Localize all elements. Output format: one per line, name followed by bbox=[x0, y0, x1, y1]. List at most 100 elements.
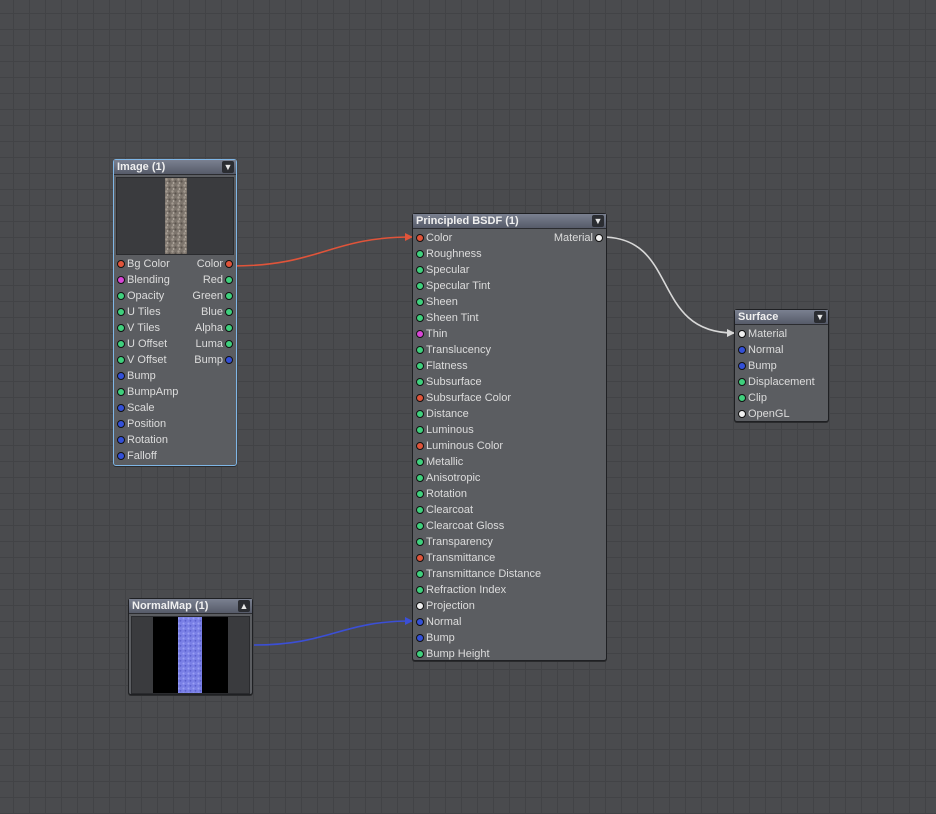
port-row: Falloff bbox=[114, 448, 236, 464]
port-connector-red[interactable] bbox=[416, 234, 424, 242]
port-connector-green[interactable] bbox=[416, 458, 424, 466]
port-connector-green[interactable] bbox=[416, 490, 424, 498]
port-row: Luminous bbox=[413, 422, 606, 438]
port-row: Clearcoat bbox=[413, 502, 606, 518]
port-connector-green[interactable] bbox=[117, 324, 125, 332]
port-connector-green[interactable] bbox=[225, 340, 233, 348]
port-connector-green[interactable] bbox=[416, 426, 424, 434]
chevron-down-icon[interactable]: ▼ bbox=[592, 215, 604, 227]
port-connector-green[interactable] bbox=[416, 650, 424, 658]
normalmap-output-port[interactable] bbox=[250, 641, 256, 647]
port-connector-green[interactable] bbox=[117, 292, 125, 300]
port-row: Distance bbox=[413, 406, 606, 422]
port-row: Bump bbox=[735, 358, 828, 374]
port-label: Bump bbox=[748, 360, 777, 372]
bsdf-node-header[interactable]: Principled BSDF (1) ▼ bbox=[413, 214, 606, 229]
port-connector-magenta[interactable] bbox=[416, 330, 424, 338]
port-label: Bump bbox=[426, 632, 455, 644]
port-connector-green[interactable] bbox=[117, 340, 125, 348]
port-label: Flatness bbox=[426, 360, 468, 372]
port-row: V Offset Bump bbox=[114, 352, 236, 368]
port-connector-blue[interactable] bbox=[738, 362, 746, 370]
chevron-down-icon[interactable]: ▼ bbox=[814, 311, 826, 323]
port-row: Transmittance Distance bbox=[413, 566, 606, 582]
port-connector-green[interactable] bbox=[117, 308, 125, 316]
port-connector-green[interactable] bbox=[416, 586, 424, 594]
port-label: Transparency bbox=[426, 536, 493, 548]
port-label: Material bbox=[748, 328, 788, 340]
port-connector-blue[interactable] bbox=[117, 452, 125, 460]
port-connector-blue[interactable] bbox=[117, 420, 125, 428]
port-label: Clearcoat bbox=[426, 504, 474, 516]
port-connector-white[interactable] bbox=[595, 234, 603, 242]
wire-bsdf-material-to-surface-material[interactable] bbox=[601, 236, 735, 337]
port-connector-blue[interactable] bbox=[117, 372, 125, 380]
port-connector-blue[interactable] bbox=[117, 436, 125, 444]
port-connector-green[interactable] bbox=[416, 410, 424, 418]
normalmap-node-header[interactable]: NormalMap (1) ▲ bbox=[129, 599, 252, 614]
port-label: Subsurface bbox=[426, 376, 482, 388]
port-connector-blue[interactable] bbox=[225, 356, 233, 364]
port-label: Falloff bbox=[127, 450, 157, 462]
port-connector-red[interactable] bbox=[225, 260, 233, 268]
port-connector-green[interactable] bbox=[738, 394, 746, 402]
port-label: Clearcoat Gloss bbox=[426, 520, 505, 532]
port-connector-green[interactable] bbox=[225, 308, 233, 316]
port-label: Refraction Index bbox=[426, 584, 507, 596]
port-connector-blue[interactable] bbox=[117, 404, 125, 412]
port-connector-green[interactable] bbox=[117, 388, 125, 396]
port-connector-green[interactable] bbox=[416, 506, 424, 514]
port-connector-white[interactable] bbox=[738, 410, 746, 418]
port-connector-green[interactable] bbox=[416, 522, 424, 530]
port-connector-red[interactable] bbox=[416, 554, 424, 562]
port-connector-green[interactable] bbox=[416, 362, 424, 370]
port-connector-green[interactable] bbox=[416, 538, 424, 546]
port-connector-green[interactable] bbox=[416, 250, 424, 258]
port-connector-green[interactable] bbox=[225, 324, 233, 332]
port-connector-blue[interactable] bbox=[416, 634, 424, 642]
port-row: Color Material bbox=[413, 230, 606, 246]
principled-bsdf-node[interactable]: Principled BSDF (1) ▼ Color Material Rough… bbox=[412, 213, 607, 661]
port-connector-green[interactable] bbox=[416, 570, 424, 578]
port-label: Specular Tint bbox=[426, 280, 491, 292]
image-node-title: Image (1) bbox=[117, 161, 166, 173]
image-node[interactable]: Image (1) ▼ Bg Color Color Blending Red Opac… bbox=[113, 159, 237, 466]
port-connector-red[interactable] bbox=[416, 442, 424, 450]
port-connector-green[interactable] bbox=[225, 292, 233, 300]
port-connector-green[interactable] bbox=[416, 474, 424, 482]
chevron-up-icon[interactable]: ▲ bbox=[238, 600, 250, 612]
port-connector-white[interactable] bbox=[416, 602, 424, 610]
port-row: Anisotropic bbox=[413, 470, 606, 486]
port-connector-magenta[interactable] bbox=[117, 276, 125, 284]
port-label: U Tiles bbox=[127, 306, 161, 318]
port-connector-green[interactable] bbox=[416, 314, 424, 322]
port-connector-green[interactable] bbox=[416, 346, 424, 354]
port-connector-green[interactable] bbox=[416, 378, 424, 386]
port-connector-green[interactable] bbox=[117, 356, 125, 364]
port-connector-green[interactable] bbox=[416, 282, 424, 290]
port-row: Sheen Tint bbox=[413, 310, 606, 326]
surface-node[interactable]: Surface ▼ Material Normal Bump Displacement… bbox=[734, 309, 829, 422]
port-label: Opacity bbox=[127, 290, 165, 302]
surface-node-header[interactable]: Surface ▼ bbox=[735, 310, 828, 325]
bsdf-node-ports: Color Material Roughness Specular Specular T… bbox=[413, 230, 606, 662]
port-label: Distance bbox=[426, 408, 469, 420]
port-connector-green[interactable] bbox=[416, 298, 424, 306]
image-node-header[interactable]: Image (1) ▼ bbox=[114, 160, 236, 175]
port-connector-red[interactable] bbox=[117, 260, 125, 268]
wire-image-color-to-bsdf-color[interactable] bbox=[231, 233, 413, 267]
port-connector-white[interactable] bbox=[738, 330, 746, 338]
chevron-down-icon[interactable]: ▼ bbox=[222, 161, 234, 173]
wire-normalmap-to-bsdf-normal[interactable] bbox=[253, 617, 413, 646]
port-row: Clip bbox=[735, 390, 828, 406]
port-row: Blending Red bbox=[114, 272, 236, 288]
port-connector-green[interactable] bbox=[738, 378, 746, 386]
port-connector-blue[interactable] bbox=[416, 618, 424, 626]
port-connector-green[interactable] bbox=[225, 276, 233, 284]
port-connector-green[interactable] bbox=[416, 266, 424, 274]
port-connector-blue[interactable] bbox=[738, 346, 746, 354]
port-row: Specular Tint bbox=[413, 278, 606, 294]
port-row: Refraction Index bbox=[413, 582, 606, 598]
port-connector-red[interactable] bbox=[416, 394, 424, 402]
normalmap-node[interactable]: NormalMap (1) ▲ bbox=[128, 598, 253, 695]
